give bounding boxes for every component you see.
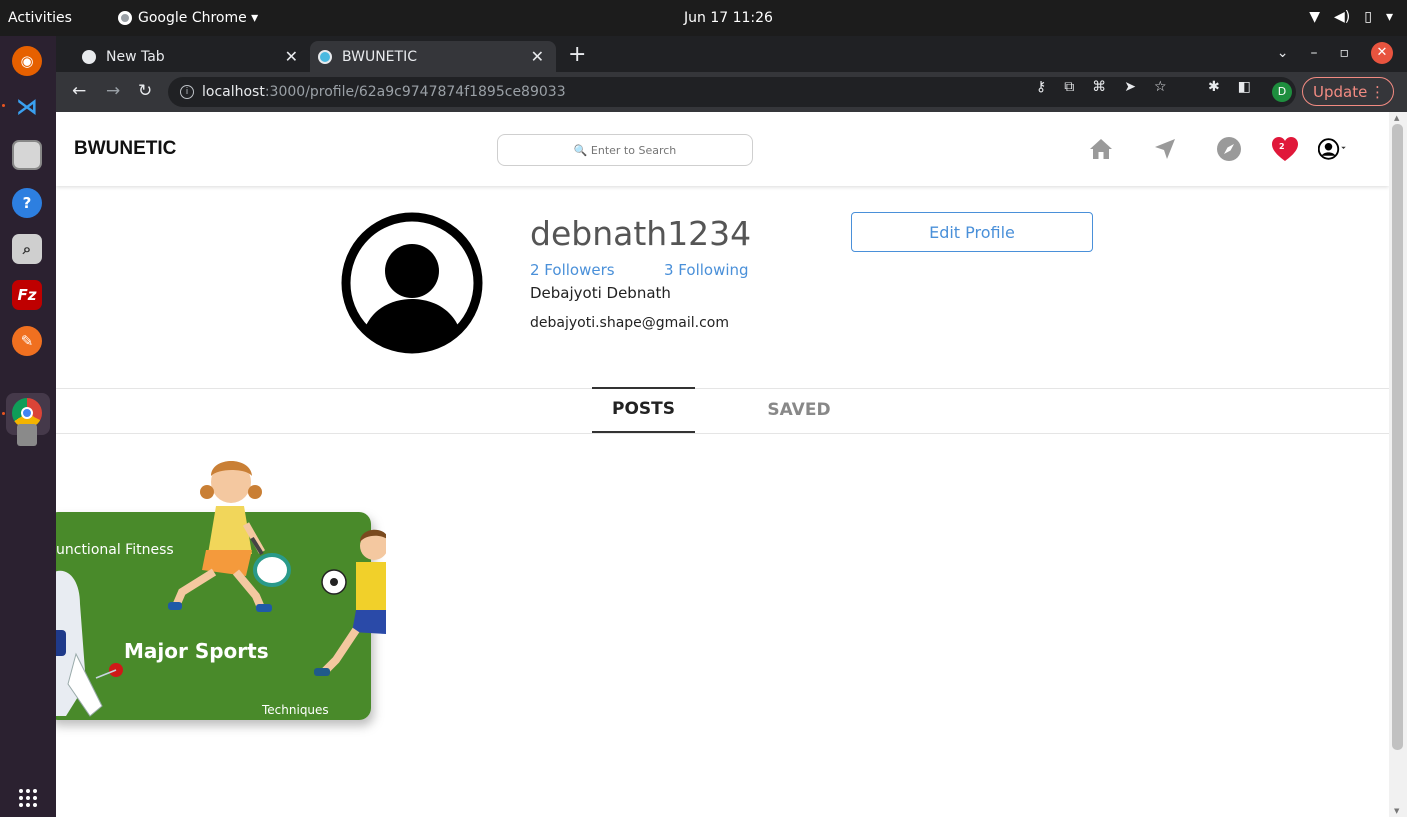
kebab-menu-icon: ⋮ xyxy=(1370,82,1385,101)
info-icon[interactable]: i xyxy=(180,85,194,99)
following-link[interactable]: 3 Following xyxy=(664,261,749,279)
browser-profile-avatar[interactable]: D xyxy=(1272,82,1292,102)
page-viewport: BWUNETIC 2 debnath1234 2 Followers 3 Fol… xyxy=(56,112,1389,817)
clock[interactable]: Jun 17 11:26 xyxy=(684,10,773,26)
side-panel-icon[interactable]: ◧ xyxy=(1238,79,1251,95)
profile-email: debajyoti.shape@gmail.com xyxy=(530,315,730,331)
running-indicator xyxy=(2,412,5,415)
post-title: Major Sports xyxy=(124,639,269,663)
profile-avatar xyxy=(341,212,483,354)
profile-username: debnath1234 xyxy=(530,214,752,253)
firefox-icon[interactable]: ◉ xyxy=(12,46,42,76)
post-caption: Techniques xyxy=(261,703,329,717)
omnibox-actions: ⚷ ⧉ ⌘ ➤ ☆ xyxy=(1036,79,1167,95)
bookmark-star-icon[interactable]: ☆ xyxy=(1154,79,1167,95)
app-menu[interactable]: Google Chrome ▾ xyxy=(118,10,258,26)
app-header: BWUNETIC 2 xyxy=(56,112,1389,186)
edit-profile-button[interactable]: Edit Profile xyxy=(851,212,1093,252)
tab-saved[interactable]: SAVED xyxy=(756,389,842,433)
volume-icon: ◀) xyxy=(1334,9,1351,25)
filezilla-icon[interactable]: Fz xyxy=(12,280,42,310)
tab-title: New Tab xyxy=(106,48,165,65)
close-icon[interactable]: ✕ xyxy=(531,47,544,66)
app-menu-label: Google Chrome ▾ xyxy=(138,10,259,26)
minimize-icon[interactable]: – xyxy=(1311,45,1318,61)
tab-title: BWUNETIC xyxy=(342,48,417,65)
scroll-up-icon[interactable]: ▲ xyxy=(1394,114,1399,122)
usb-icon[interactable] xyxy=(17,424,37,446)
new-tab-button[interactable]: + xyxy=(568,42,586,67)
system-menu-icon: ▾ xyxy=(1385,9,1393,25)
running-indicator xyxy=(2,104,5,107)
page-scrollbar[interactable]: ▲ ▼ xyxy=(1389,112,1407,817)
screenshot-icon[interactable]: ⌕ xyxy=(12,234,42,264)
reload-icon[interactable]: ↻ xyxy=(138,81,152,101)
battery-icon: ▯ xyxy=(1364,9,1372,25)
tab-search-icon[interactable]: ⌄ xyxy=(1277,45,1289,61)
browser-toolbar: ← → ↻ i localhost:3000/profile/62a9c9747… xyxy=(56,72,1407,112)
profile-tabs: POSTS SAVED xyxy=(56,387,1389,434)
files-icon[interactable] xyxy=(12,140,42,170)
chrome-small-icon xyxy=(118,11,132,25)
notification-count: 2 xyxy=(1279,142,1285,151)
scroll-down-icon[interactable]: ▼ xyxy=(1394,807,1399,815)
translate-icon[interactable]: ⌘ xyxy=(1092,79,1106,95)
window-controls: ⌄ – ▫ ✕ xyxy=(1277,42,1393,64)
home-icon[interactable] xyxy=(1086,134,1116,164)
sports-illustration-icon: unctional Fitness Major Sports Technique… xyxy=(56,461,388,720)
chrome-favicon-icon xyxy=(82,49,96,64)
send-icon[interactable]: ➤ xyxy=(1124,79,1136,95)
send-arrow-icon[interactable] xyxy=(1150,134,1180,164)
system-top-bar: Activities Google Chrome ▾ Jun 17 11:26 … xyxy=(0,0,1407,36)
notifications-heart-icon[interactable]: 2 xyxy=(1270,134,1300,164)
wifi-icon: ▼ xyxy=(1309,9,1321,25)
close-icon[interactable]: ✕ xyxy=(285,47,298,66)
apps-grid-icon[interactable] xyxy=(16,786,40,810)
url-path: :3000/profile/62a9c9747874f1895ce89033 xyxy=(264,84,566,100)
system-tray[interactable]: ▼ ◀) ▯ ▾ xyxy=(1309,9,1393,25)
browser-tab-strip: New Tab ✕ BWUNETIC ✕ + ⌄ – ▫ ✕ xyxy=(56,36,1407,72)
tab-new-tab[interactable]: New Tab ✕ xyxy=(74,41,310,72)
tab-bwunetic[interactable]: BWUNETIC ✕ xyxy=(310,41,556,72)
open-external-icon[interactable]: ⧉ xyxy=(1064,79,1074,95)
update-label: Update xyxy=(1313,82,1368,101)
activities-button[interactable]: Activities xyxy=(8,10,72,26)
profile-full-name: Debajyoti Debnath xyxy=(530,284,671,302)
key-icon[interactable]: ⚷ xyxy=(1036,79,1046,95)
compass-icon[interactable]: ✎ xyxy=(12,326,42,356)
extension-actions: ✱ ◧ xyxy=(1208,79,1251,95)
application-dock: ◉ ⋊ ? ⌕ Fz ✎ xyxy=(0,36,56,817)
scrollbar-thumb[interactable] xyxy=(1392,124,1403,750)
search-input[interactable] xyxy=(497,134,753,166)
forward-icon[interactable]: → xyxy=(106,81,120,101)
url-host: localhost xyxy=(202,84,265,100)
post-thumbnail[interactable]: unctional Fitness Major Sports Technique… xyxy=(56,454,388,754)
help-icon[interactable]: ? xyxy=(12,188,42,218)
app-logo[interactable]: BWUNETIC xyxy=(74,138,176,160)
site-favicon-icon xyxy=(318,49,332,64)
user-menu-avatar-icon[interactable] xyxy=(1318,134,1348,164)
maximize-icon[interactable]: ▫ xyxy=(1340,45,1350,61)
close-window-icon[interactable]: ✕ xyxy=(1371,42,1393,64)
vscode-icon[interactable]: ⋊ xyxy=(12,92,42,122)
post-subtitle: unctional Fitness xyxy=(56,542,174,558)
tab-posts[interactable]: POSTS xyxy=(592,387,695,433)
back-icon[interactable]: ← xyxy=(72,81,86,101)
followers-link[interactable]: 2 Followers xyxy=(530,261,615,279)
update-button[interactable]: Update ⋮ xyxy=(1302,77,1394,106)
extensions-puzzle-icon[interactable]: ✱ xyxy=(1208,79,1220,95)
explore-compass-icon[interactable] xyxy=(1214,134,1244,164)
